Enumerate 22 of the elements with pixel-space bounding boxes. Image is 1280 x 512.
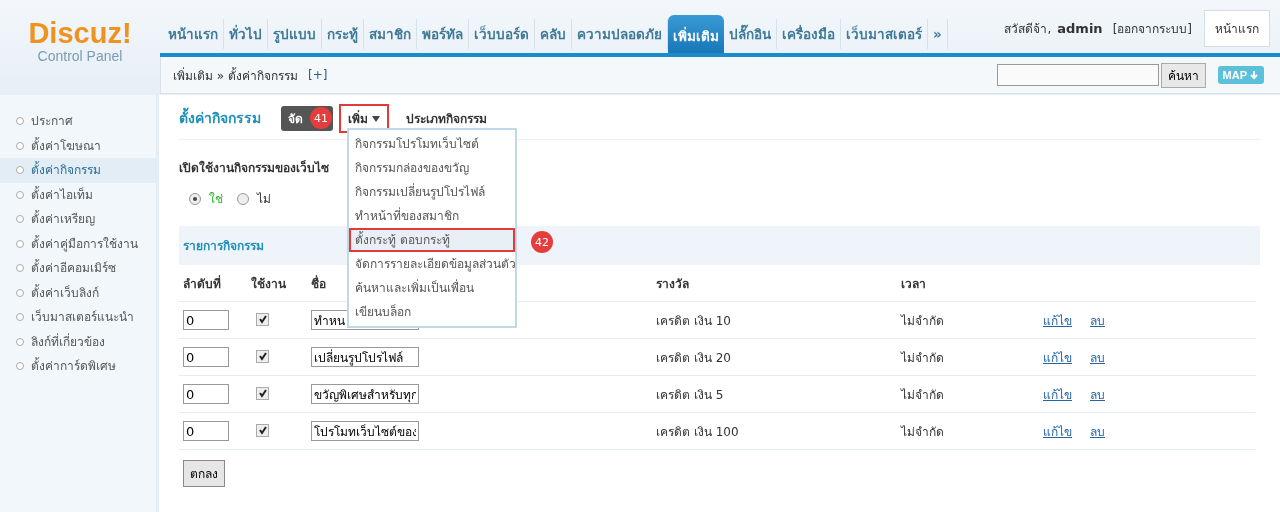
table-cell: ไม่จำกัด bbox=[901, 375, 1043, 413]
enable-label: เปิดใช้งานกิจกรรมของเว็บไซ bbox=[179, 159, 329, 177]
section-title: รายการกิจกรรม bbox=[183, 239, 264, 253]
breadcrumb: เพิ่มเติม » ตั้งค่ากิจกรรม bbox=[173, 66, 298, 85]
user-name: admin bbox=[1057, 21, 1103, 36]
table-cell: เครดิต เงิน 10 bbox=[656, 301, 901, 339]
table-cell: ไม่จำกัด bbox=[901, 301, 1043, 339]
page-title: ตั้งค่ากิจกรรม bbox=[179, 107, 261, 129]
radio-label: ใช่ bbox=[209, 191, 223, 208]
column-header: ใช้งาน bbox=[251, 265, 311, 302]
table-cell: เครดิต เงิน 20 bbox=[656, 338, 901, 376]
table-cell: เครดิต เงิน 100 bbox=[656, 412, 901, 450]
table-cell: ไม่จำกัด bbox=[901, 412, 1043, 450]
column-header: รางวัล bbox=[656, 265, 901, 302]
column-header: เวลา bbox=[901, 265, 1043, 302]
table-cell: เครดิต เงิน 5 bbox=[656, 375, 901, 413]
column-header: ลำดับที่ bbox=[179, 265, 251, 302]
radio-label: ไม่ bbox=[257, 191, 271, 208]
table-cell: ไม่จำกัด bbox=[901, 338, 1043, 376]
logo-subtitle: Control Panel bbox=[37, 48, 123, 64]
greeting-text: สวัสดีจ้า, bbox=[1004, 21, 1052, 38]
logo-text: Discuz! bbox=[28, 18, 132, 48]
